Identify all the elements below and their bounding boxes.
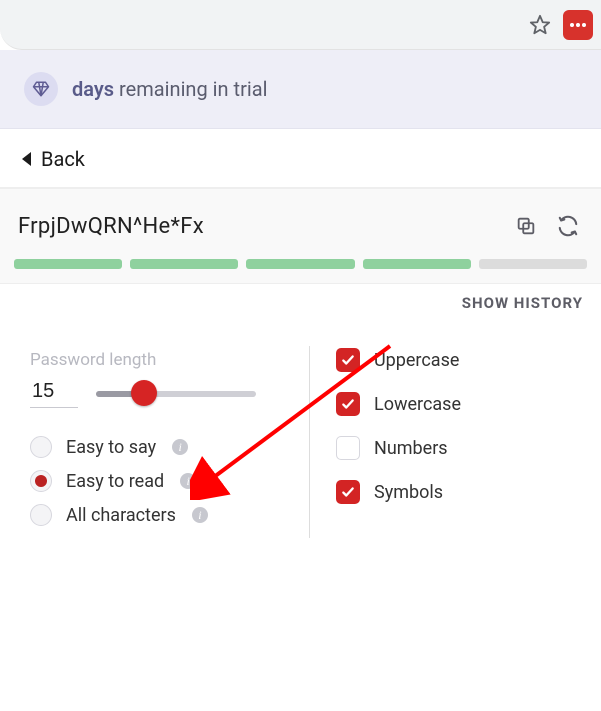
- checkbox-indicator: [336, 480, 360, 504]
- checkbox-label: Symbols: [374, 482, 443, 503]
- checkbox-label: Uppercase: [374, 350, 459, 371]
- strength-segment: [363, 259, 471, 269]
- checkbox-indicator: [336, 436, 360, 460]
- strength-segment: [479, 259, 587, 269]
- trial-rest: remaining in trial: [119, 77, 267, 101]
- trial-days-word: days: [72, 77, 114, 101]
- radio-label: Easy to say: [66, 437, 156, 458]
- options-panel: Password length Easy to say i Easy to re…: [0, 346, 601, 538]
- strength-segment: [246, 259, 354, 269]
- browser-address-bar: [0, 0, 601, 50]
- info-icon[interactable]: i: [172, 439, 188, 455]
- password-block: FrpjDwQRN^He*Fx: [0, 188, 601, 284]
- info-icon[interactable]: i: [180, 473, 196, 489]
- radio-indicator: [30, 470, 52, 492]
- check-numbers[interactable]: Numbers: [336, 436, 601, 460]
- info-icon[interactable]: i: [192, 507, 208, 523]
- checkbox-indicator: [336, 392, 360, 416]
- regenerate-button[interactable]: [553, 211, 583, 241]
- password-strength-meter: [0, 259, 601, 283]
- back-label: Back: [41, 147, 85, 171]
- trial-text: days remaining in trial: [72, 77, 267, 101]
- checkbox-label: Lowercase: [374, 394, 461, 415]
- generated-password[interactable]: FrpjDwQRN^He*Fx: [18, 214, 499, 239]
- options-left-column: Password length Easy to say i Easy to re…: [30, 346, 310, 538]
- radio-easy-to-read[interactable]: Easy to read i: [30, 470, 285, 492]
- slider-thumb[interactable]: [131, 380, 157, 406]
- radio-label: Easy to read: [66, 471, 164, 492]
- back-caret-icon: [22, 152, 31, 166]
- back-button[interactable]: Back: [0, 129, 601, 188]
- password-length-slider[interactable]: [96, 383, 256, 403]
- diamond-icon: [24, 72, 58, 106]
- extension-icon[interactable]: [563, 10, 593, 40]
- strength-segment: [130, 259, 238, 269]
- check-symbols[interactable]: Symbols: [336, 480, 601, 504]
- options-right-column: Uppercase Lowercase Numbers Symbols: [310, 346, 601, 538]
- radio-indicator: [30, 436, 52, 458]
- radio-label: All characters: [66, 505, 176, 526]
- checkbox-label: Numbers: [374, 438, 448, 459]
- password-length-input[interactable]: [30, 378, 78, 408]
- checkbox-indicator: [336, 348, 360, 372]
- radio-all-characters[interactable]: All characters i: [30, 504, 285, 526]
- bookmark-star-icon[interactable]: [529, 14, 551, 36]
- copy-button[interactable]: [511, 211, 541, 241]
- trial-banner: days remaining in trial: [0, 50, 601, 129]
- password-length-label: Password length: [30, 350, 285, 370]
- radio-indicator: [30, 504, 52, 526]
- strength-segment: [14, 259, 122, 269]
- show-history-button[interactable]: SHOW HISTORY: [0, 284, 601, 342]
- check-uppercase[interactable]: Uppercase: [336, 348, 601, 372]
- check-lowercase[interactable]: Lowercase: [336, 392, 601, 416]
- radio-easy-to-say[interactable]: Easy to say i: [30, 436, 285, 458]
